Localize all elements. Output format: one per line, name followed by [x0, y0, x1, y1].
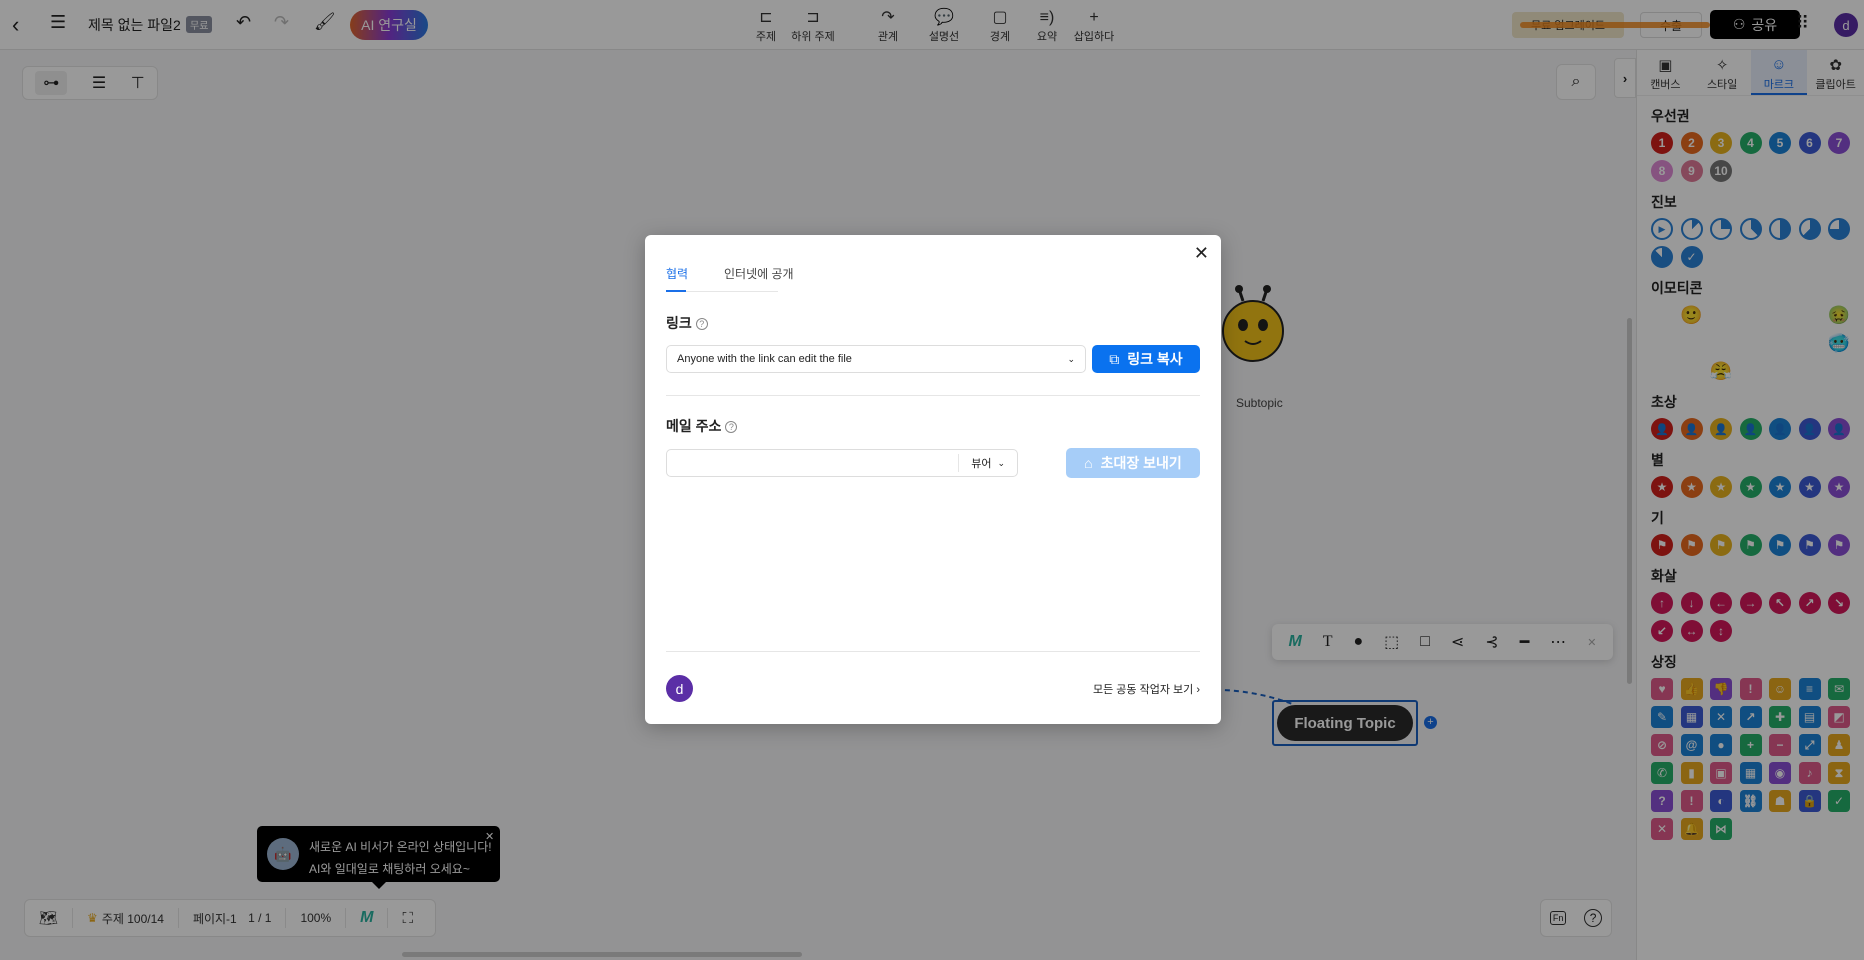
- link-permission-value: Anyone with the link can edit the file: [677, 353, 852, 365]
- help-icon[interactable]: ?: [695, 318, 708, 331]
- chevron-down-icon: ⌄: [997, 457, 1005, 468]
- link-permission-select[interactable]: Anyone with the link can edit the file ⌄: [666, 345, 1086, 373]
- collaborator-avatar: d: [666, 675, 693, 702]
- link-label: 링크: [666, 315, 692, 331]
- copy-icon: ⧉: [1109, 350, 1120, 367]
- link-section: 링크?: [666, 313, 708, 333]
- copy-link-button[interactable]: ⧉ 링크 복사: [1092, 345, 1200, 373]
- tab-collaborate[interactable]: 협력: [666, 265, 688, 282]
- send-invite-button[interactable]: ⌂ 초대장 보내기: [1066, 448, 1200, 478]
- close-icon[interactable]: ✕: [1194, 243, 1209, 264]
- view-all-label: 모든 공동 작업자 보기: [1093, 684, 1194, 696]
- send-invite-label: 초대장 보내기: [1100, 455, 1182, 471]
- email-field-group: 뷰어 ⌄: [666, 449, 1018, 477]
- email-section: 메일 주소?: [666, 416, 738, 436]
- email-label: 메일 주소: [666, 418, 722, 434]
- invite-icon: ⌂: [1084, 455, 1093, 471]
- help-icon[interactable]: ?: [725, 421, 738, 434]
- tab-publish[interactable]: 인터넷에 공개: [724, 265, 794, 282]
- copy-link-label: 링크 복사: [1127, 351, 1183, 367]
- role-value: 뷰어: [971, 458, 992, 470]
- share-dialog: ✕ 협력 인터넷에 공개 링크? Anyone with the link ca…: [645, 235, 1221, 724]
- role-select[interactable]: 뷰어 ⌄: [958, 454, 1017, 472]
- email-input[interactable]: [667, 450, 959, 476]
- active-tab-indicator: [666, 290, 686, 292]
- chevron-down-icon: ⌄: [1067, 353, 1075, 364]
- view-all-collaborators-link[interactable]: 모든 공동 작업자 보기 ›: [1093, 681, 1200, 697]
